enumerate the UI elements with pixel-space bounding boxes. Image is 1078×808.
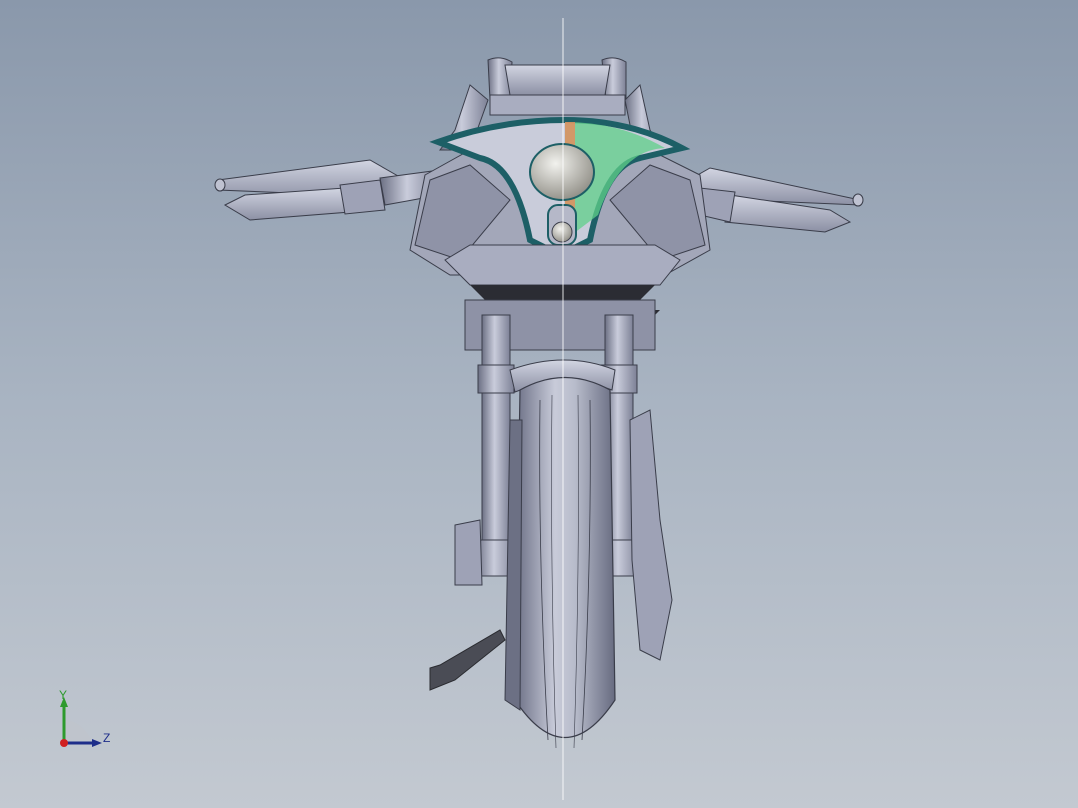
front-wheel	[504, 376, 616, 749]
graphics-viewport[interactable]: Y Z	[0, 0, 1078, 808]
kickstand	[429, 629, 506, 691]
left-handlebar	[214, 159, 441, 221]
axis-y-label: Y	[59, 688, 68, 702]
axis-z-label: Z	[103, 731, 111, 745]
headlight	[529, 143, 595, 201]
x-axis-dot	[60, 739, 68, 747]
motorcycle-model[interactable]	[0, 0, 1078, 808]
